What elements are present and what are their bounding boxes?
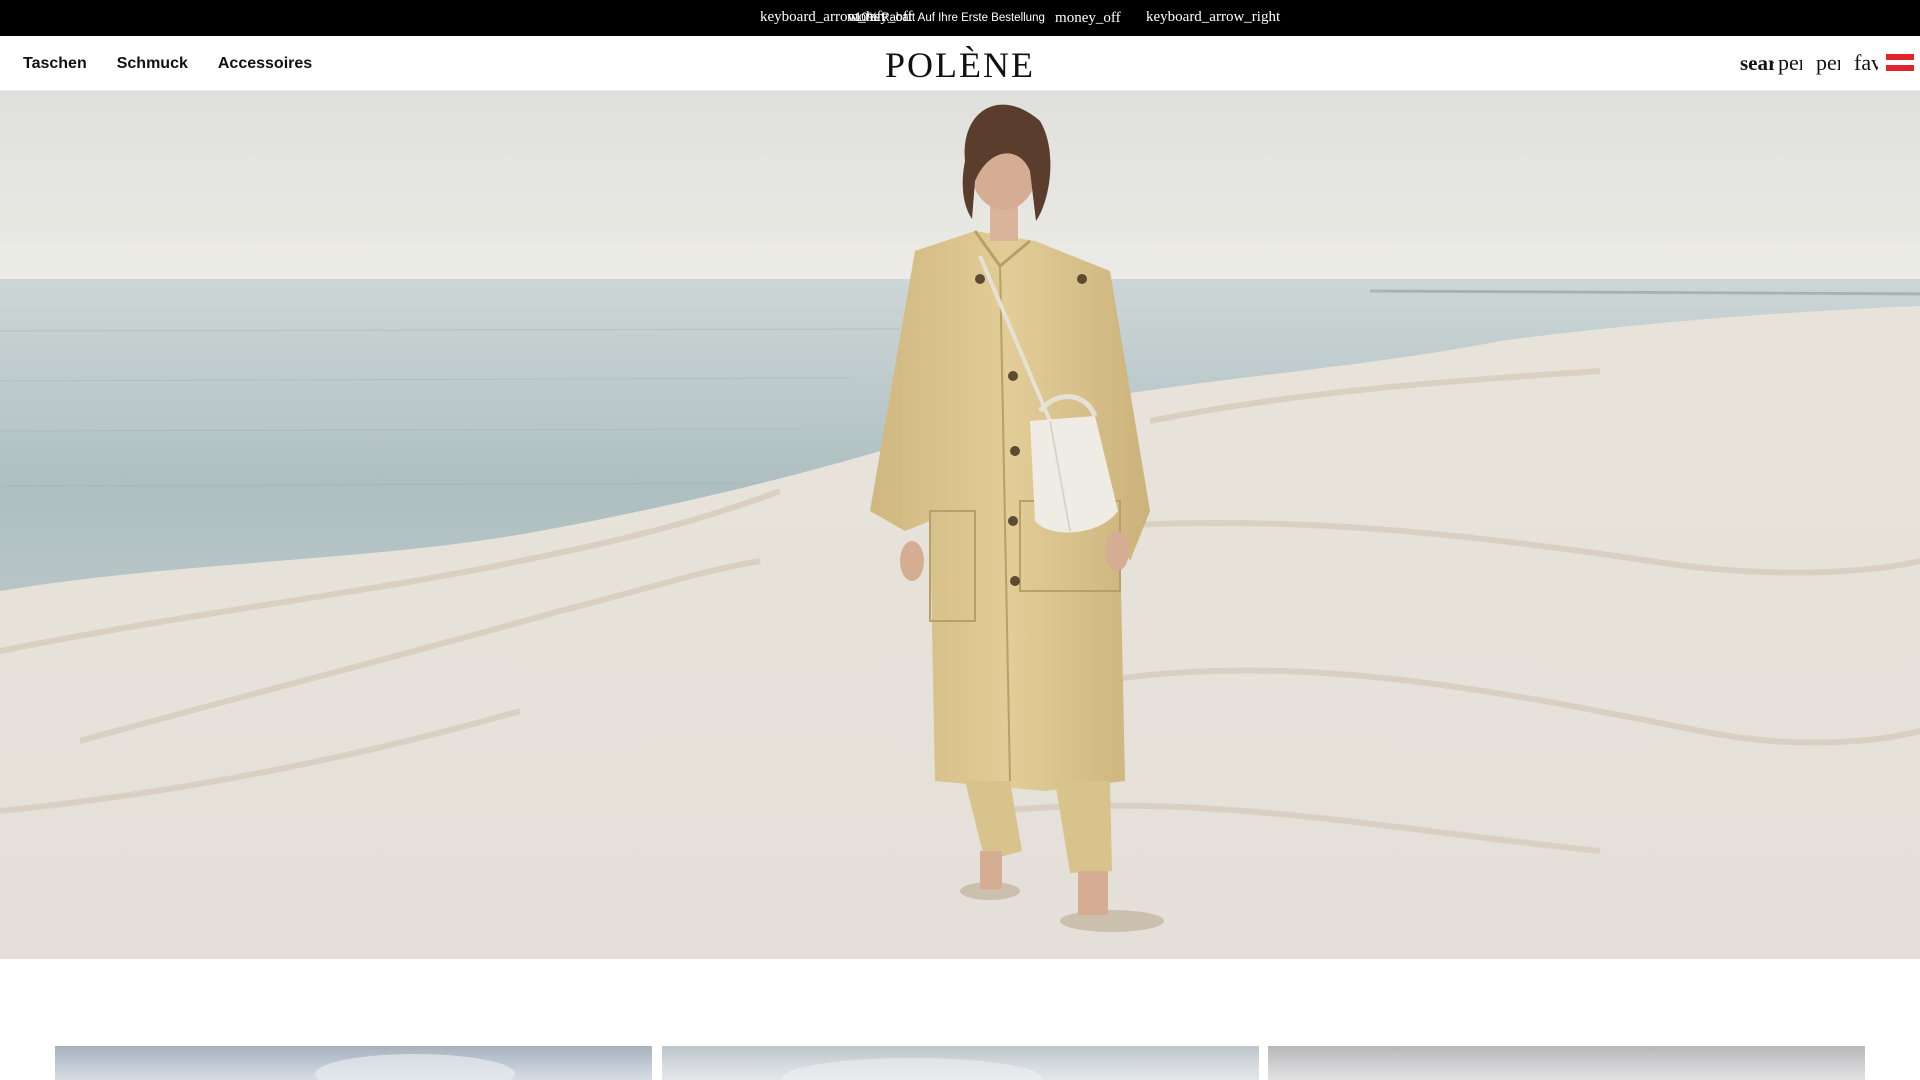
site-header: Taschen Schmuck Accessoires POLÈNE searc… [0,36,1920,91]
account-icon[interactable]: person [1778,50,1802,76]
category-tile[interactable] [55,1046,652,1080]
country-flag-icon[interactable] [1886,54,1914,71]
favorite-icon[interactable]: favorite [1854,50,1878,76]
search-icon[interactable]: search [1740,50,1774,76]
brand-logo[interactable]: POLÈNE [870,44,1050,86]
promo-bar: keyboard_arrow_left money_off 10% Rabatt… [0,0,1920,36]
promo-text: 10% Rabatt Auf Ihre Erste Bestellung [855,12,1045,24]
promo-message[interactable]: money_off 10% Rabatt Auf Ihre Erste Best… [847,9,1121,27]
category-tile[interactable] [1268,1046,1865,1080]
money-off-icon: money_off [1055,10,1121,26]
keyboard-arrow-right-icon[interactable]: keyboard_arrow_right [1146,9,1280,26]
main-nav: Taschen Schmuck Accessoires [23,36,312,91]
hero-photo [0,91,1920,959]
nav-item-taschen[interactable]: Taschen [23,55,87,73]
category-image-icon [315,1054,515,1080]
bag-icon[interactable]: person [1816,50,1840,76]
category-tile[interactable] [662,1046,1259,1080]
category-tiles [55,1046,1865,1080]
nav-item-accessoires[interactable]: Accessoires [218,55,312,73]
nav-item-schmuck[interactable]: Schmuck [117,55,188,73]
category-image-icon [782,1058,1042,1080]
hero-banner[interactable] [0,91,1920,959]
header-tools: search person person favorite [1740,36,1920,91]
